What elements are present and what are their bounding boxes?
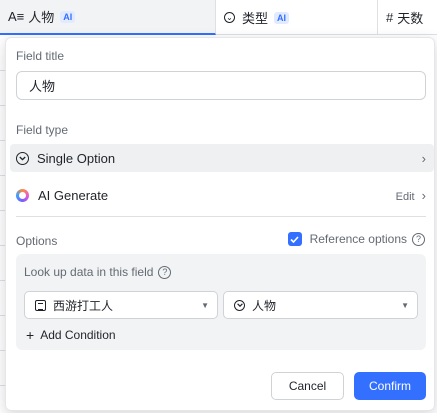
column-header-label: 类型 [242, 11, 269, 26]
table-icon [35, 299, 46, 311]
column-header-type[interactable]: ⌄ 类型 AI [216, 0, 378, 35]
help-icon[interactable]: ? [412, 232, 425, 246]
table-header-row: A≡ 人物 AI ⌄ 类型 AI # 天数 [0, 0, 437, 35]
reference-options-checkbox[interactable] [287, 232, 302, 246]
field-title-input[interactable]: 人物 [16, 71, 426, 100]
add-condition-label: Add Condition [40, 328, 116, 342]
single-option-icon: ⌄ [224, 12, 235, 23]
field-title-value: 人物 [29, 79, 56, 94]
lookup-title-label: Look up data in this field [24, 265, 154, 279]
lookup-field-select[interactable]: 人物 ▼ [223, 291, 418, 319]
number-icon: # [386, 10, 394, 25]
column-header-label: 天数 [397, 11, 424, 26]
field-type-value: Single Option [37, 150, 116, 166]
field-type-label: Field type [16, 123, 69, 137]
column-header-days[interactable]: # 天数 [378, 0, 437, 35]
reference-options-toggle[interactable]: Reference options ? [287, 232, 425, 246]
caret-down-icon: ▼ [201, 300, 209, 310]
cancel-button[interactable]: Cancel [271, 372, 344, 400]
help-icon[interactable]: ? [158, 265, 172, 279]
add-condition-button[interactable]: + Add Condition [26, 327, 116, 343]
lookup-table-select[interactable]: 西游打工人 ▼ [24, 291, 218, 319]
reference-options-label: Reference options [309, 232, 407, 246]
ai-generate-label: AI Generate [38, 187, 109, 203]
text-field-icon: A≡ [8, 9, 25, 24]
options-label: Options [16, 234, 58, 248]
plus-icon: + [26, 327, 35, 343]
caret-down-icon: ▼ [401, 300, 409, 310]
ai-generate-row[interactable]: AI Generate Edit › [10, 181, 434, 209]
field-type-select[interactable]: Single Option › [10, 144, 434, 172]
lookup-box: Look up data in this field ? 西游打工人 ▼ 人物 … [16, 254, 426, 350]
single-option-icon [16, 151, 29, 165]
lookup-field-value: 人物 [252, 298, 277, 313]
ai-badge: AI [60, 10, 76, 23]
column-header-label: 人物 [28, 10, 55, 25]
ai-generate-icon [16, 188, 29, 202]
column-header-person[interactable]: A≡ 人物 AI [0, 0, 216, 35]
single-option-icon [234, 299, 245, 311]
chevron-right-icon: › [421, 150, 426, 166]
ai-generate-edit-link[interactable]: Edit › [396, 188, 426, 203]
divider [16, 216, 426, 217]
edit-label: Edit [395, 190, 415, 203]
lookup-title: Look up data in this field ? [24, 265, 172, 279]
lookup-table-value: 西游打工人 [53, 298, 114, 313]
confirm-button[interactable]: Confirm [354, 372, 426, 400]
field-settings-panel: Field title 人物 Field type Single Option … [5, 37, 435, 411]
chevron-right-icon: › [421, 187, 426, 203]
field-title-label: Field title [16, 49, 65, 63]
ai-badge: AI [274, 11, 290, 24]
